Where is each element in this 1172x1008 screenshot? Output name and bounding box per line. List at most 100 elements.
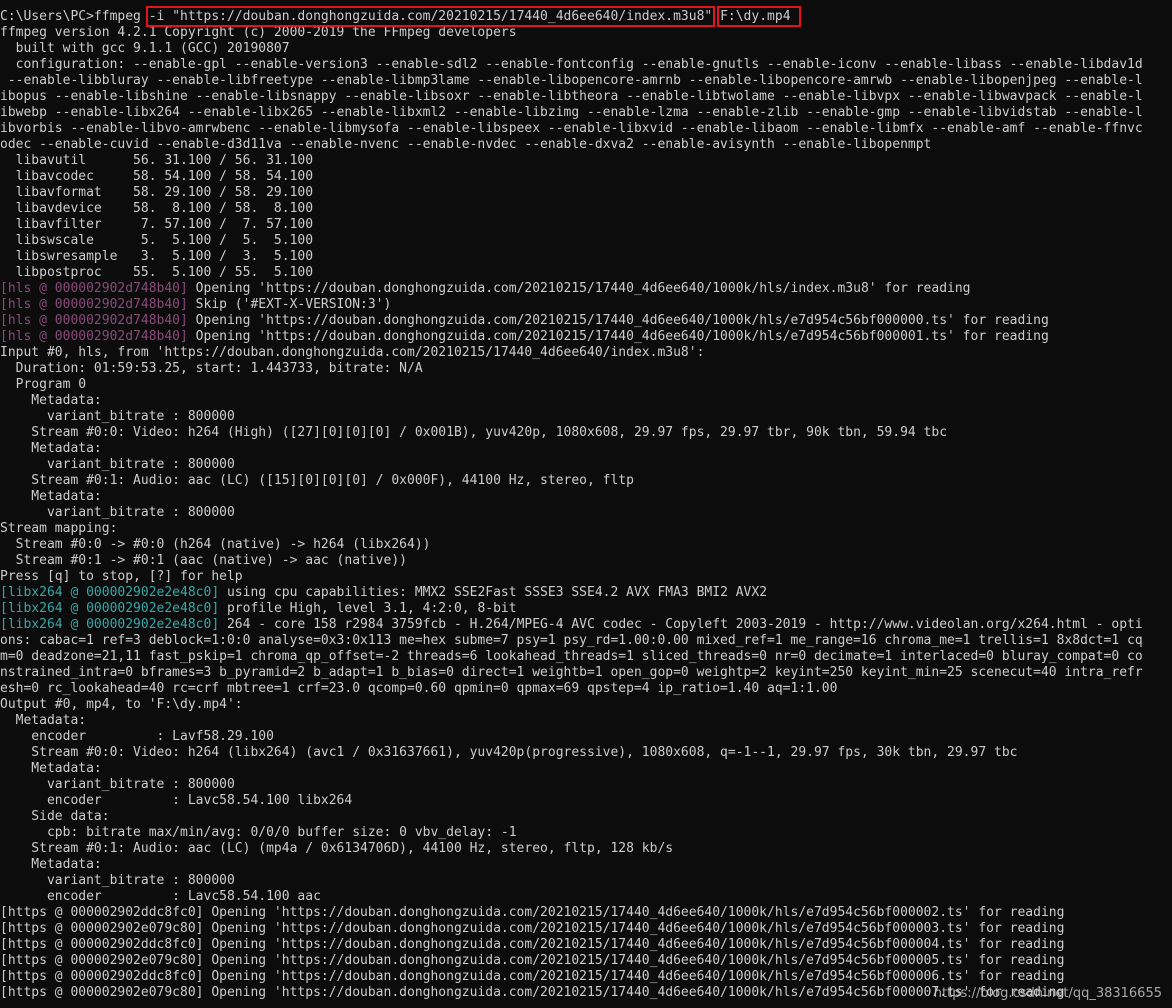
terminal-text: [hls @ 000002902d748b40] <box>0 297 196 312</box>
terminal-text: libavutil 56. 31.100 / 56. 31.100 <box>0 153 314 168</box>
highlighted-argument: -i "https://douban.donghongzuida.com/202… <box>145 6 716 27</box>
terminal-text: ibopus --enable-libshine --enable-libsna… <box>0 89 1143 104</box>
terminal-line: variant_bitrate : 800000 <box>0 873 1143 889</box>
terminal-text: variant_bitrate : 800000 <box>0 873 235 888</box>
terminal-line: Stream mapping: <box>0 521 1143 537</box>
terminal-text: [https @ 000002902e079c80] Opening 'http… <box>0 953 1065 968</box>
terminal-text: Metadata: <box>0 713 87 728</box>
terminal-text: Press [q] to stop, [?] for help <box>0 569 243 584</box>
terminal-text: libavdevice 58. 8.100 / 58. 8.100 <box>0 201 314 216</box>
terminal-line: C:\Users\PC>ffmpeg -i "https://douban.do… <box>0 6 1143 27</box>
terminal-line: Metadata: <box>0 441 1143 457</box>
terminal-line: [hls @ 000002902d748b40] Skip ('#EXT-X-V… <box>0 297 1143 313</box>
terminal-text: Metadata: <box>0 441 102 456</box>
terminal-line: encoder : Lavc58.54.100 aac <box>0 889 1143 905</box>
terminal-text: Side data: <box>0 809 110 824</box>
terminal-text: Stream #0:0 -> #0:0 (h264 (native) -> h2… <box>0 537 431 552</box>
terminal-text: Metadata: <box>0 489 102 504</box>
terminal-line: Stream #0:0 -> #0:0 (h264 (native) -> h2… <box>0 537 1143 553</box>
terminal-text: Skip ('#EXT-X-VERSION:3') <box>195 297 392 312</box>
terminal-text: [hls @ 000002902d748b40] <box>0 281 196 296</box>
terminal-line: ons: cabac=1 ref=3 deblock=1:0:0 analyse… <box>0 633 1143 649</box>
terminal-text: nstrained_intra=0 bframes=3 b_pyramid=2 … <box>0 665 1143 680</box>
terminal-output: C:\Users\PC>ffmpeg -i "https://douban.do… <box>0 6 1143 1001</box>
terminal-text: [https @ 000002902e079c80] Opening 'http… <box>0 921 1065 936</box>
terminal-text: Stream #0:0: Video: h264 (High) ([27][0]… <box>0 425 948 440</box>
terminal-line: --enable-libbluray --enable-libfreetype … <box>0 73 1143 89</box>
terminal-line: [hls @ 000002902d748b40] Opening 'https:… <box>0 329 1143 345</box>
terminal-line: esh=0 rc_lookahead=40 rc=crf mbtree=1 cr… <box>0 681 1143 697</box>
terminal-text: libavformat 58. 29.100 / 58. 29.100 <box>0 185 314 200</box>
terminal-text: using cpu capabilities: MMX2 SSE2Fast SS… <box>226 585 768 600</box>
terminal-line: [https @ 000002902e079c80] Opening 'http… <box>0 921 1143 937</box>
terminal-text: libpostproc 55. 5.100 / 55. 5.100 <box>0 265 314 280</box>
terminal-line: Stream #0:0: Video: h264 (High) ([27][0]… <box>0 425 1143 441</box>
terminal-line: libavdevice 58. 8.100 / 58. 8.100 <box>0 201 1143 217</box>
terminal-line: [hls @ 000002902d748b40] Opening 'https:… <box>0 313 1143 329</box>
terminal-text: Opening 'https://douban.donghongzuida.co… <box>195 281 971 296</box>
terminal-text: ibwebp --enable-libx264 --enable-libx265… <box>0 105 1143 120</box>
terminal-text: [hls @ 000002902d748b40] <box>0 329 196 344</box>
terminal-line: variant_bitrate : 800000 <box>0 777 1143 793</box>
terminal-text: libavcodec 58. 54.100 / 58. 54.100 <box>0 169 314 184</box>
terminal-line: libswscale 5. 5.100 / 5. 5.100 <box>0 233 1143 249</box>
terminal-line: built with gcc 9.1.1 (GCC) 20190807 <box>0 41 1143 57</box>
terminal-line: Program 0 <box>0 377 1143 393</box>
terminal-text: [https @ 000002902ddc8fc0] Opening 'http… <box>0 969 1065 984</box>
terminal-line: Stream #0:1: Audio: aac (LC) ([15][0][0]… <box>0 473 1143 489</box>
watermark-text: https://blog.csdn.net/qq_38316655 <box>933 986 1162 1001</box>
terminal-text: Stream #0:1: Audio: aac (LC) (mp4a / 0x6… <box>0 841 674 856</box>
terminal-line: cpb: bitrate max/min/avg: 0/0/0 buffer s… <box>0 825 1143 841</box>
terminal-line: Metadata: <box>0 761 1143 777</box>
terminal-line: encoder : Lavc58.54.100 libx264 <box>0 793 1143 809</box>
terminal-text: Metadata: <box>0 393 102 408</box>
terminal-line: Input #0, hls, from 'https://douban.dong… <box>0 345 1143 361</box>
terminal-line: [https @ 000002902ddc8fc0] Opening 'http… <box>0 969 1143 985</box>
terminal-line: [libx264 @ 000002902e2e48c0] 264 - core … <box>0 617 1143 633</box>
terminal-text: m=0 deadzone=21,11 fast_pskip=1 chroma_q… <box>0 649 1143 664</box>
terminal-line: ibwebp --enable-libx264 --enable-libx265… <box>0 105 1143 121</box>
terminal-text: profile High, level 3.1, 4:2:0, 8-bit <box>226 601 517 616</box>
terminal-text: encoder : Lavf58.29.100 <box>0 729 274 744</box>
terminal-line: libavformat 58. 29.100 / 58. 29.100 <box>0 185 1143 201</box>
terminal-line: nstrained_intra=0 bframes=3 b_pyramid=2 … <box>0 665 1143 681</box>
terminal-text: Stream mapping: <box>0 521 118 536</box>
terminal-line: libavutil 56. 31.100 / 56. 31.100 <box>0 153 1143 169</box>
terminal-text: libswresample 3. 5.100 / 3. 5.100 <box>0 249 314 264</box>
terminal-line: [libx264 @ 000002902e2e48c0] using cpu c… <box>0 585 1143 601</box>
terminal-text: [libx264 @ 000002902e2e48c0] <box>0 617 227 632</box>
terminal-text: [libx264 @ 000002902e2e48c0] <box>0 601 227 616</box>
terminal-line: libpostproc 55. 5.100 / 55. 5.100 <box>0 265 1143 281</box>
terminal-text: ffmpeg version 4.2.1 Copyright (c) 2000-… <box>0 25 517 40</box>
terminal-line: [hls @ 000002902d748b40] Opening 'https:… <box>0 281 1143 297</box>
terminal-text: ons: cabac=1 ref=3 deblock=1:0:0 analyse… <box>0 633 1143 648</box>
terminal-line: m=0 deadzone=21,11 fast_pskip=1 chroma_q… <box>0 649 1143 665</box>
terminal-line: Duration: 01:59:53.25, start: 1.443733, … <box>0 361 1143 377</box>
terminal-text: [https @ 000002902e079c80] Opening 'http… <box>0 985 1065 1000</box>
terminal-text: Stream #0:0: Video: h264 (libx264) (avc1… <box>0 745 1018 760</box>
terminal-text: libswscale 5. 5.100 / 5. 5.100 <box>0 233 314 248</box>
terminal-line: [libx264 @ 000002902e2e48c0] profile Hig… <box>0 601 1143 617</box>
terminal-text: encoder : Lavc58.54.100 aac <box>0 889 321 904</box>
terminal-text: [hls @ 000002902d748b40] <box>0 313 196 328</box>
terminal-text: variant_bitrate : 800000 <box>0 777 235 792</box>
terminal-window[interactable]: C:\Users\PC>ffmpeg -i "https://douban.do… <box>0 0 1172 1008</box>
terminal-line: ffmpeg version 4.2.1 Copyright (c) 2000-… <box>0 25 1143 41</box>
terminal-line: Stream #0:0: Video: h264 (libx264) (avc1… <box>0 745 1143 761</box>
terminal-text: Opening 'https://douban.donghongzuida.co… <box>195 329 1049 344</box>
highlighted-argument: F:\dy.mp4 <box>717 6 802 27</box>
terminal-line: libavfilter 7. 57.100 / 7. 57.100 <box>0 217 1143 233</box>
terminal-text: --enable-libbluray --enable-libfreetype … <box>0 73 1143 88</box>
terminal-text: 264 - core 158 r2984 3759fcb - H.264/MPE… <box>226 617 1143 632</box>
terminal-text: ibvorbis --enable-libvo-amrwbenc --enabl… <box>0 121 1143 136</box>
terminal-line: [https @ 000002902ddc8fc0] Opening 'http… <box>0 905 1143 921</box>
terminal-line: [https @ 000002902e079c80] Opening 'http… <box>0 953 1143 969</box>
terminal-text: cpb: bitrate max/min/avg: 0/0/0 buffer s… <box>0 825 517 840</box>
terminal-line: encoder : Lavf58.29.100 <box>0 729 1143 745</box>
terminal-text: [https @ 000002902ddc8fc0] Opening 'http… <box>0 937 1065 952</box>
terminal-text: Output #0, mp4, to 'F:\dy.mp4': <box>0 697 243 712</box>
terminal-text: esh=0 rc_lookahead=40 rc=crf mbtree=1 cr… <box>0 681 838 696</box>
terminal-text: C:\Users\PC>ffmpeg <box>0 9 149 24</box>
terminal-line: Metadata: <box>0 489 1143 505</box>
